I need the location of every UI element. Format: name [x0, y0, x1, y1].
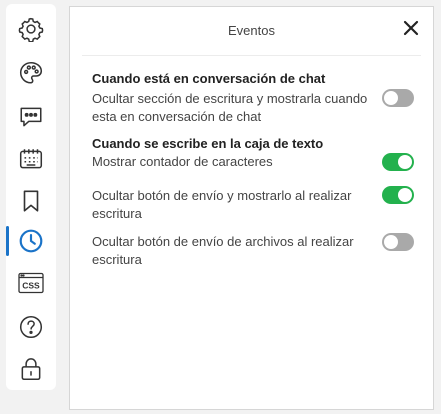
option-label-hide-send: Ocultar botón de envío y mostrarlo al re…	[92, 188, 352, 221]
bookmark-icon	[23, 190, 39, 212]
gear-icon	[18, 17, 44, 42]
sidebar-item-events[interactable]	[6, 222, 56, 260]
chat-bubble-icon	[20, 107, 42, 127]
lock-icon	[21, 358, 41, 381]
toggle-hide-writing[interactable]	[382, 89, 414, 107]
help-icon	[19, 315, 43, 339]
header-divider	[82, 55, 421, 56]
sidebar-item-settings[interactable]	[6, 10, 56, 48]
sidebar-item-css[interactable]: CSS	[6, 264, 56, 302]
sidebar-item-theme[interactable]	[6, 54, 56, 92]
sidebar: CSS	[6, 4, 56, 390]
sidebar-item-lock[interactable]	[6, 350, 56, 388]
clock-icon	[19, 229, 43, 253]
css-icon-text: CSS	[22, 281, 40, 291]
toggle-hide-file-send[interactable]	[382, 233, 414, 251]
section-title-textbox: Cuando se escribe en la caja de texto	[92, 136, 324, 151]
toggle-knob	[384, 235, 398, 249]
panel-title: Eventos	[228, 23, 275, 38]
events-panel: Eventos Cuando está en conversación de c…	[69, 6, 434, 410]
sidebar-item-input[interactable]	[6, 140, 56, 178]
panel-header: Eventos	[70, 7, 433, 53]
option-label-hide-file-send: Ocultar botón de envío de archivos al re…	[92, 234, 354, 267]
option-label-hide-writing: Ocultar sección de escritura y mostrarla…	[92, 91, 368, 124]
toggle-knob	[398, 188, 412, 202]
css-icon: CSS	[18, 272, 44, 294]
toggle-knob	[398, 155, 412, 169]
close-icon	[403, 20, 419, 36]
section-title-chat: Cuando está en conversación de chat	[92, 71, 326, 86]
sidebar-item-bookmark[interactable]	[6, 182, 56, 220]
toggle-char-counter[interactable]	[382, 153, 414, 171]
sidebar-item-chat[interactable]	[6, 98, 56, 136]
close-button[interactable]	[402, 19, 420, 37]
keyboard-icon	[19, 149, 43, 169]
toggle-knob	[384, 91, 398, 105]
option-label-char-counter: Mostrar contador de caracteres	[92, 154, 273, 169]
sidebar-item-help[interactable]	[6, 308, 56, 346]
toggle-hide-send[interactable]	[382, 186, 414, 204]
palette-icon	[19, 61, 43, 84]
